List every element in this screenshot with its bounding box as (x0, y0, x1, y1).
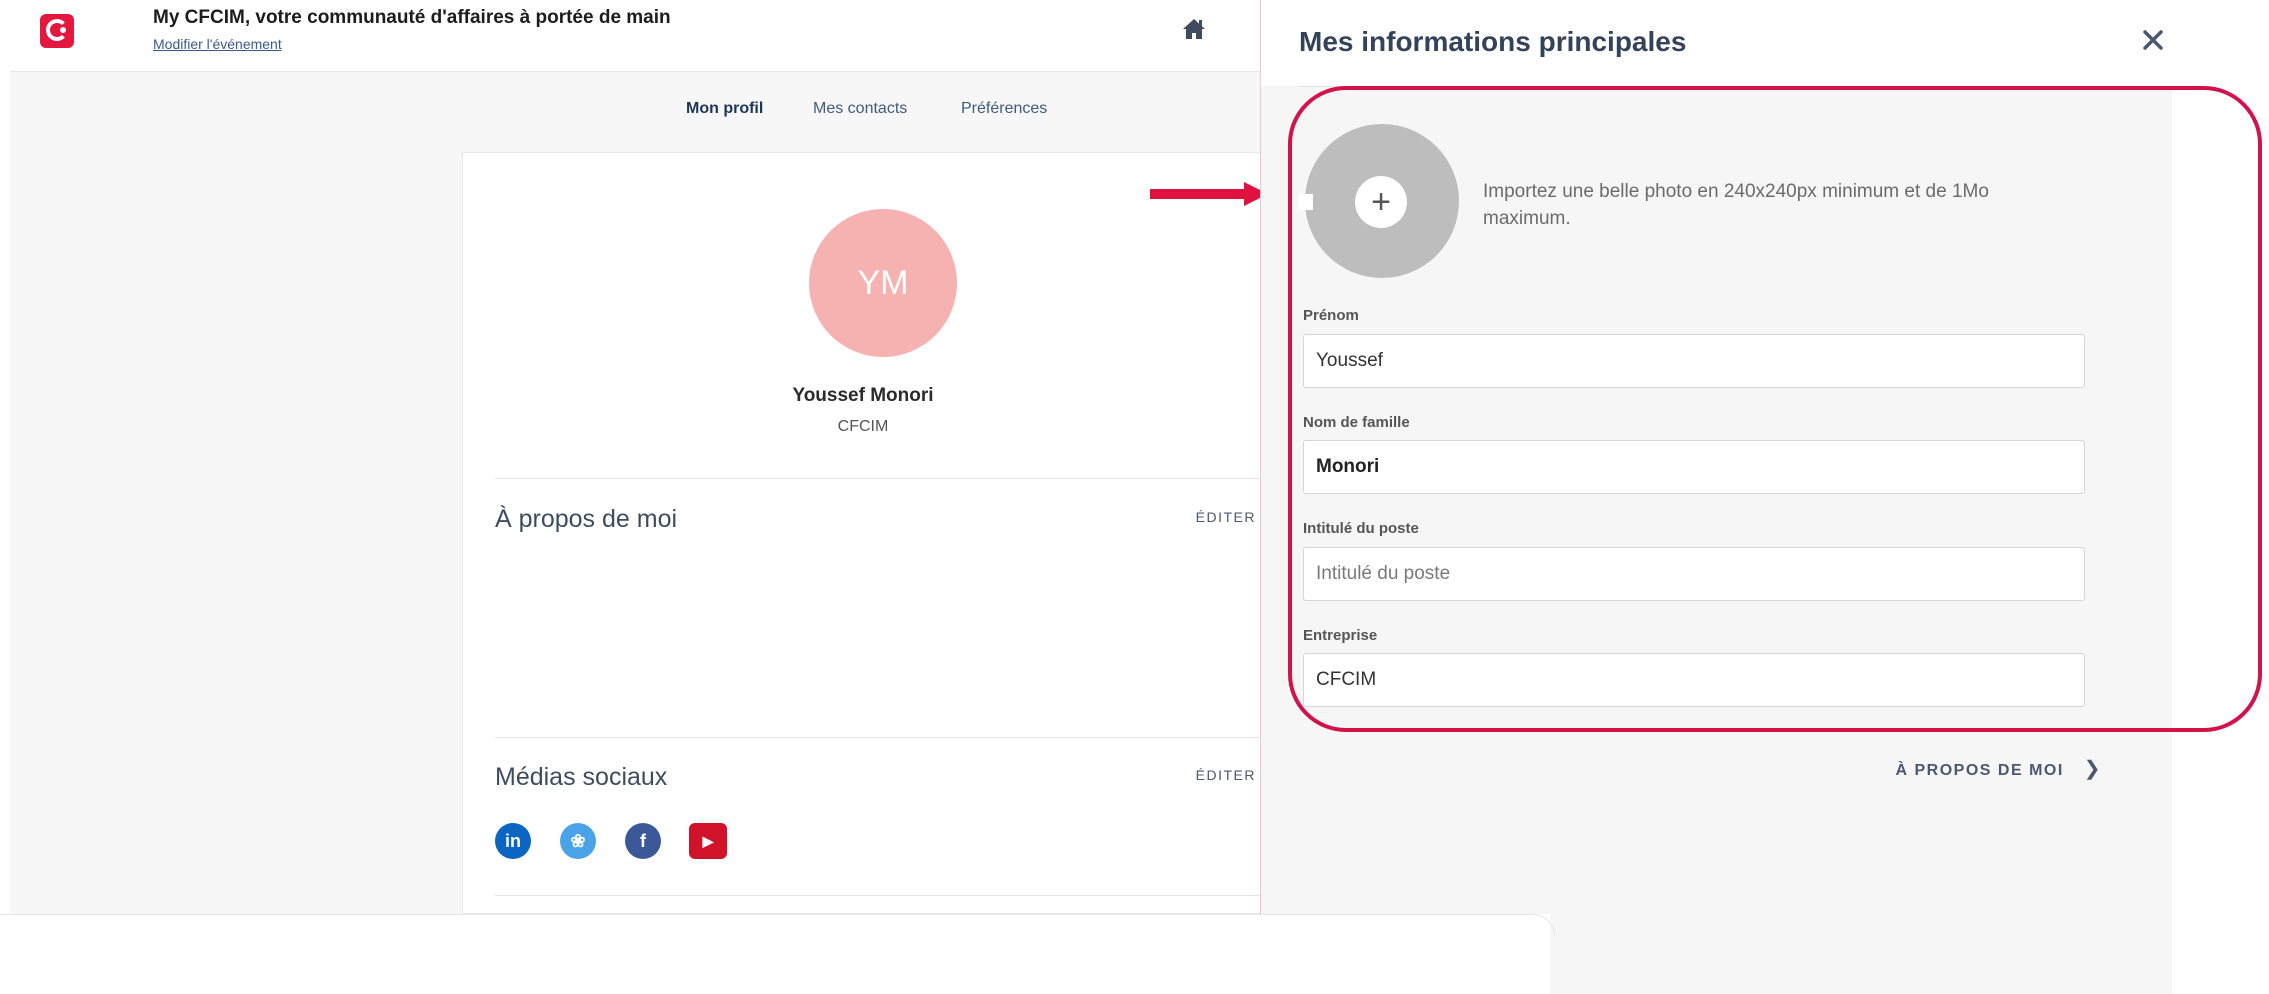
about-me-next-link[interactable]: À PROPOS DE MOI ❯ (1895, 756, 2102, 781)
last-name-input[interactable] (1303, 440, 2085, 494)
logo-dot (60, 27, 66, 33)
photo-upload[interactable]: + (1299, 124, 1459, 278)
last-name-label: Nom de famille (1303, 414, 1410, 431)
job-title-input[interactable] (1303, 547, 2085, 601)
profile-tabs: Mon profil Mes contacts Préférences (10, 100, 1260, 126)
company-label: Entreprise (1303, 627, 1378, 644)
tab-preferences[interactable]: Préférences (961, 100, 1047, 118)
user-name: Youssef Monori (792, 385, 934, 406)
close-icon[interactable] (2141, 28, 2165, 52)
bottom-card-edge (0, 914, 1555, 936)
cfcim-logo[interactable] (40, 14, 74, 48)
panel-title: Mes informations principales (1299, 26, 1687, 57)
about-edit-button[interactable]: ÉDITER (1196, 509, 1256, 525)
job-title-label: Intitulé du poste (1303, 520, 1419, 537)
first-name-label: Prénom (1303, 307, 1359, 324)
photo-notch (1299, 194, 1313, 210)
about-me-next-label: À PROPOS DE MOI (1895, 762, 2064, 779)
tab-mes-contacts[interactable]: Mes contacts (813, 100, 907, 118)
tab-mon-profil[interactable]: Mon profil (686, 100, 763, 118)
chevron-right-icon: ❯ (2083, 758, 2102, 780)
screen: My CFCIM, votre communauté d'affaires à … (0, 0, 2269, 994)
app-title: My CFCIM, votre communauté d'affaires à … (153, 7, 671, 28)
linkedin-icon[interactable]: in (495, 823, 531, 859)
top-bar: My CFCIM, votre communauté d'affaires à … (10, 0, 1260, 72)
divider (495, 895, 1263, 896)
panel-header: Mes informations principales (1261, 0, 2173, 86)
avatar: YM (809, 209, 957, 357)
social-section-title: Médias sociaux (495, 763, 668, 791)
divider (495, 478, 1263, 479)
add-photo-icon[interactable]: + (1355, 176, 1407, 228)
social-edit-button[interactable]: ÉDITER (1196, 767, 1256, 783)
divider (495, 737, 1263, 738)
home-icon[interactable] (1182, 18, 1206, 40)
photo-hint: Importez une belle photo en 240x240px mi… (1483, 181, 1989, 229)
youtube-icon[interactable]: ▶ (689, 823, 727, 859)
profile-card: YM Youssef Monori CFCIM À propos de moi … (462, 152, 1263, 914)
first-name-input[interactable] (1303, 334, 2085, 388)
profile-page: My CFCIM, votre communauté d'affaires à … (10, 0, 1268, 914)
facebook-icon[interactable]: f (625, 823, 661, 859)
panel-divider (1299, 86, 2139, 87)
twitter-icon[interactable]: ❀ (560, 823, 596, 859)
edit-event-link[interactable]: Modifier l'événement (153, 36, 282, 52)
user-company: CFCIM (837, 418, 889, 435)
company-input[interactable] (1303, 653, 2085, 707)
about-section-title: À propos de moi (495, 505, 678, 533)
annotation-arrow-icon (1150, 182, 1268, 206)
main-info-panel: Mes informations principales + Importez … (1260, 0, 2173, 994)
